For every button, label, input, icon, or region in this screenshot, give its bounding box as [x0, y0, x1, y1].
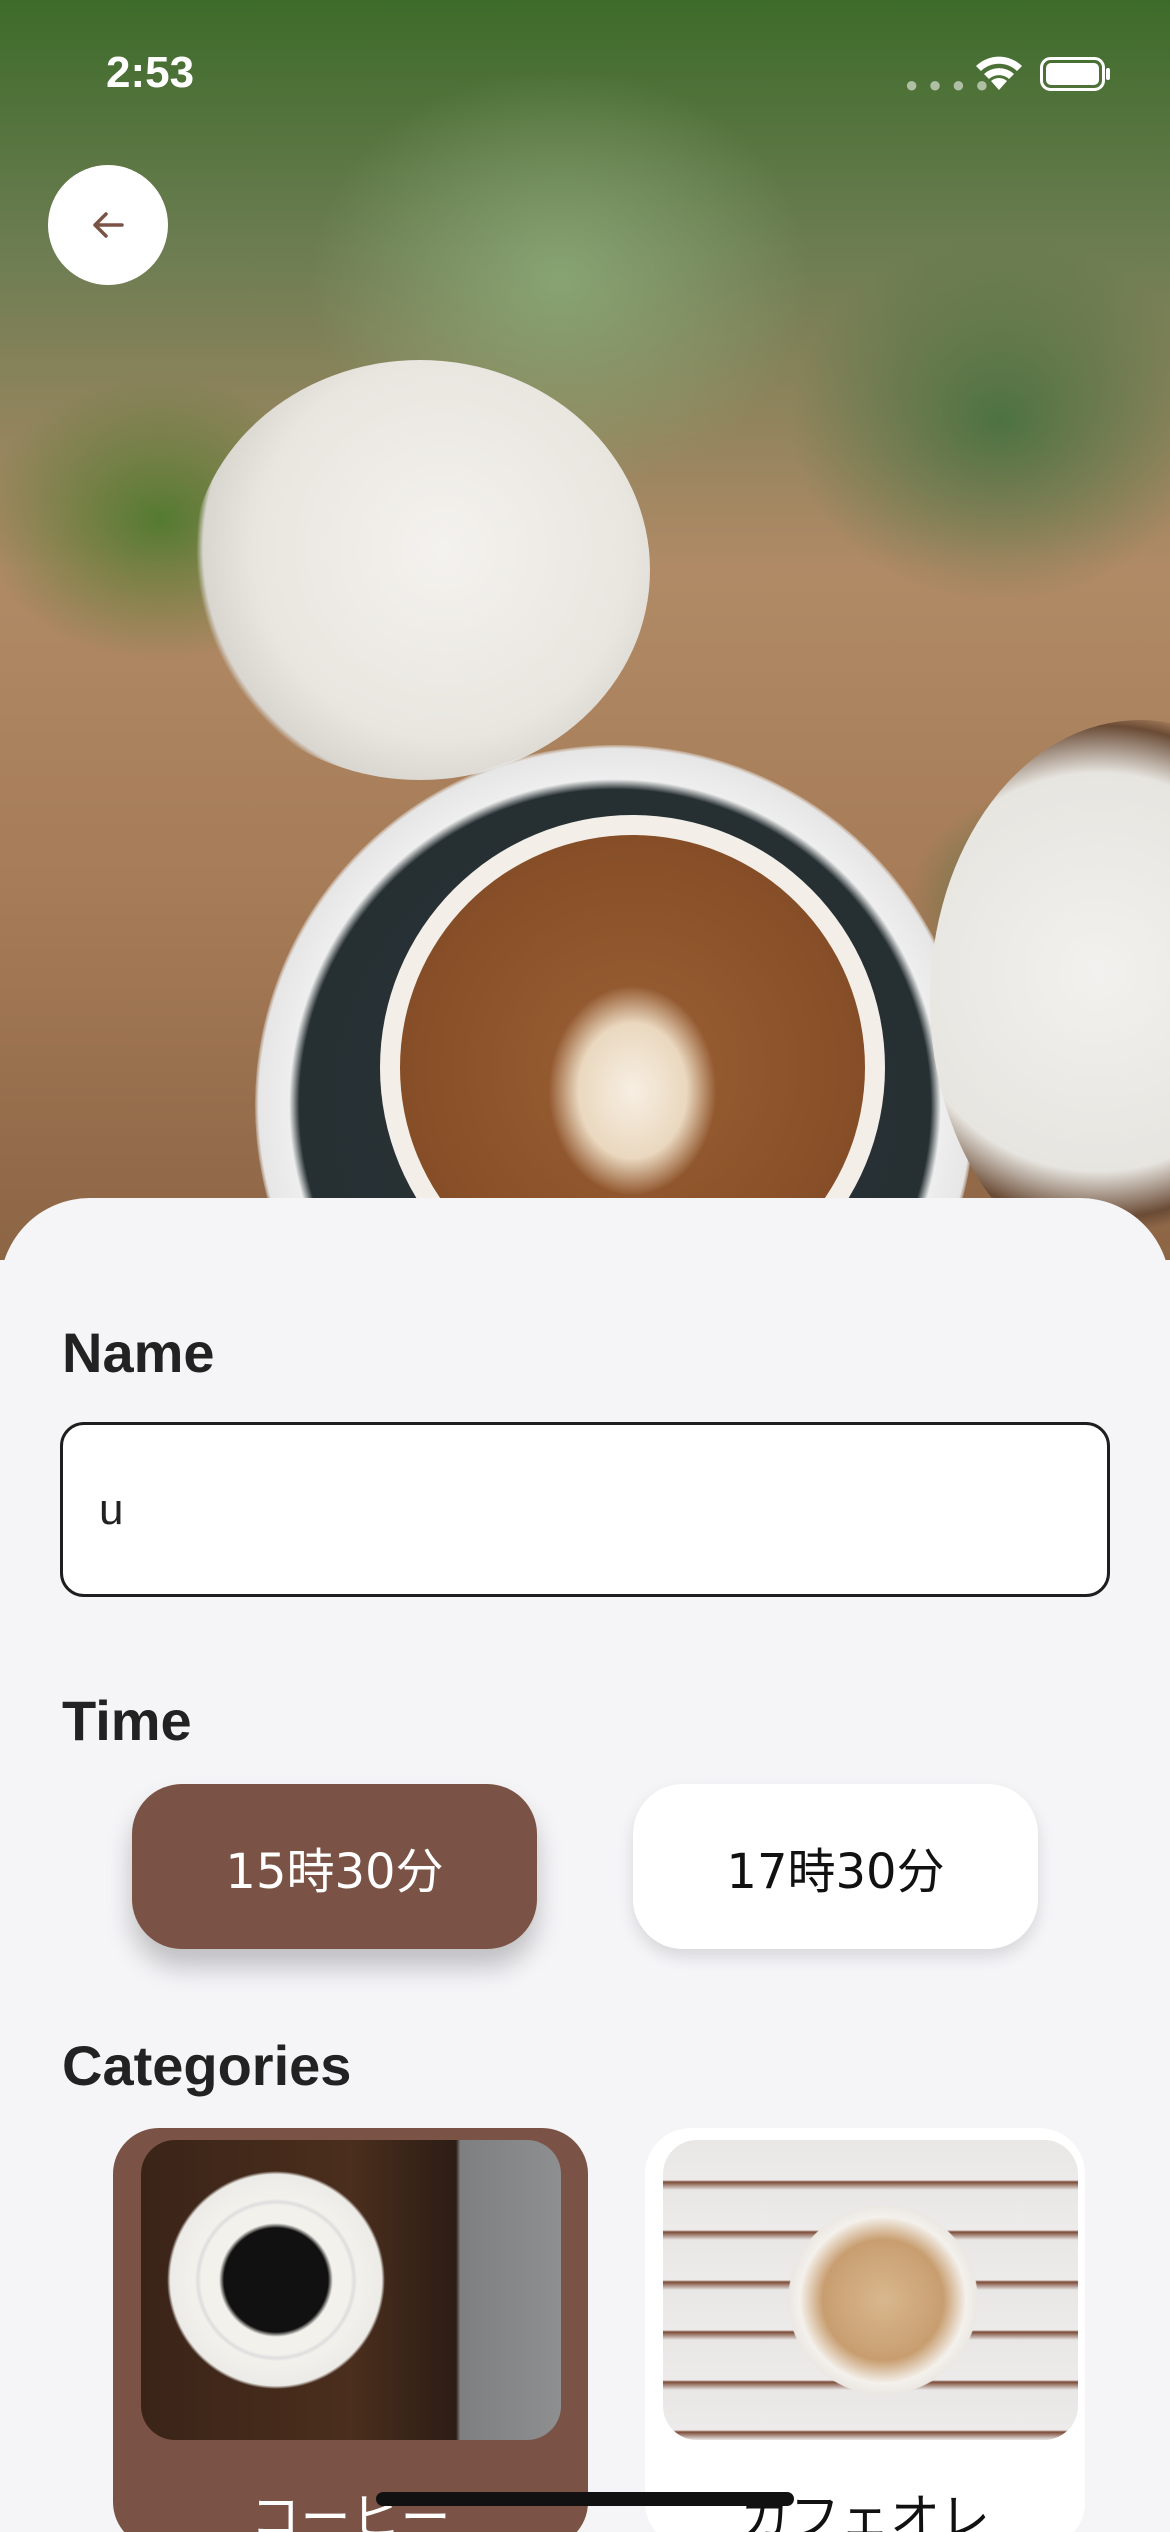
category-card-coffee[interactable]: コーヒー: [113, 2128, 588, 2532]
battery-icon: [1040, 57, 1110, 91]
cafe-au-lait-image: [663, 2140, 1078, 2440]
hero-photo: [0, 0, 1170, 1260]
status-time: 2:53: [106, 48, 195, 97]
latte-mug: [788, 2205, 978, 2395]
categories-heading: Categories: [62, 2034, 352, 2097]
status-bar: 2:53 ● ● ● ●: [0, 0, 1170, 140]
arrow-left-icon: [93, 212, 124, 238]
name-heading: Name: [62, 1321, 215, 1384]
time-option-1530[interactable]: 15時30分: [132, 1784, 537, 1949]
wifi-icon: [976, 56, 1022, 90]
black-coffee-cup: [161, 2165, 391, 2395]
category-card-cafe-au-lait[interactable]: カフェオレ: [645, 2128, 1085, 2532]
coffee-image: [141, 2140, 561, 2440]
name-input[interactable]: u: [60, 1422, 1110, 1597]
back-button[interactable]: [48, 165, 168, 285]
time-heading: Time: [62, 1689, 192, 1752]
form-sheet: Name u Time 15時30分 17時30分 Categories コーヒ…: [0, 1198, 1170, 2532]
time-option-1730[interactable]: 17時30分: [633, 1784, 1038, 1949]
home-indicator[interactable]: [376, 2492, 794, 2506]
pebble-bowl: [190, 360, 650, 780]
